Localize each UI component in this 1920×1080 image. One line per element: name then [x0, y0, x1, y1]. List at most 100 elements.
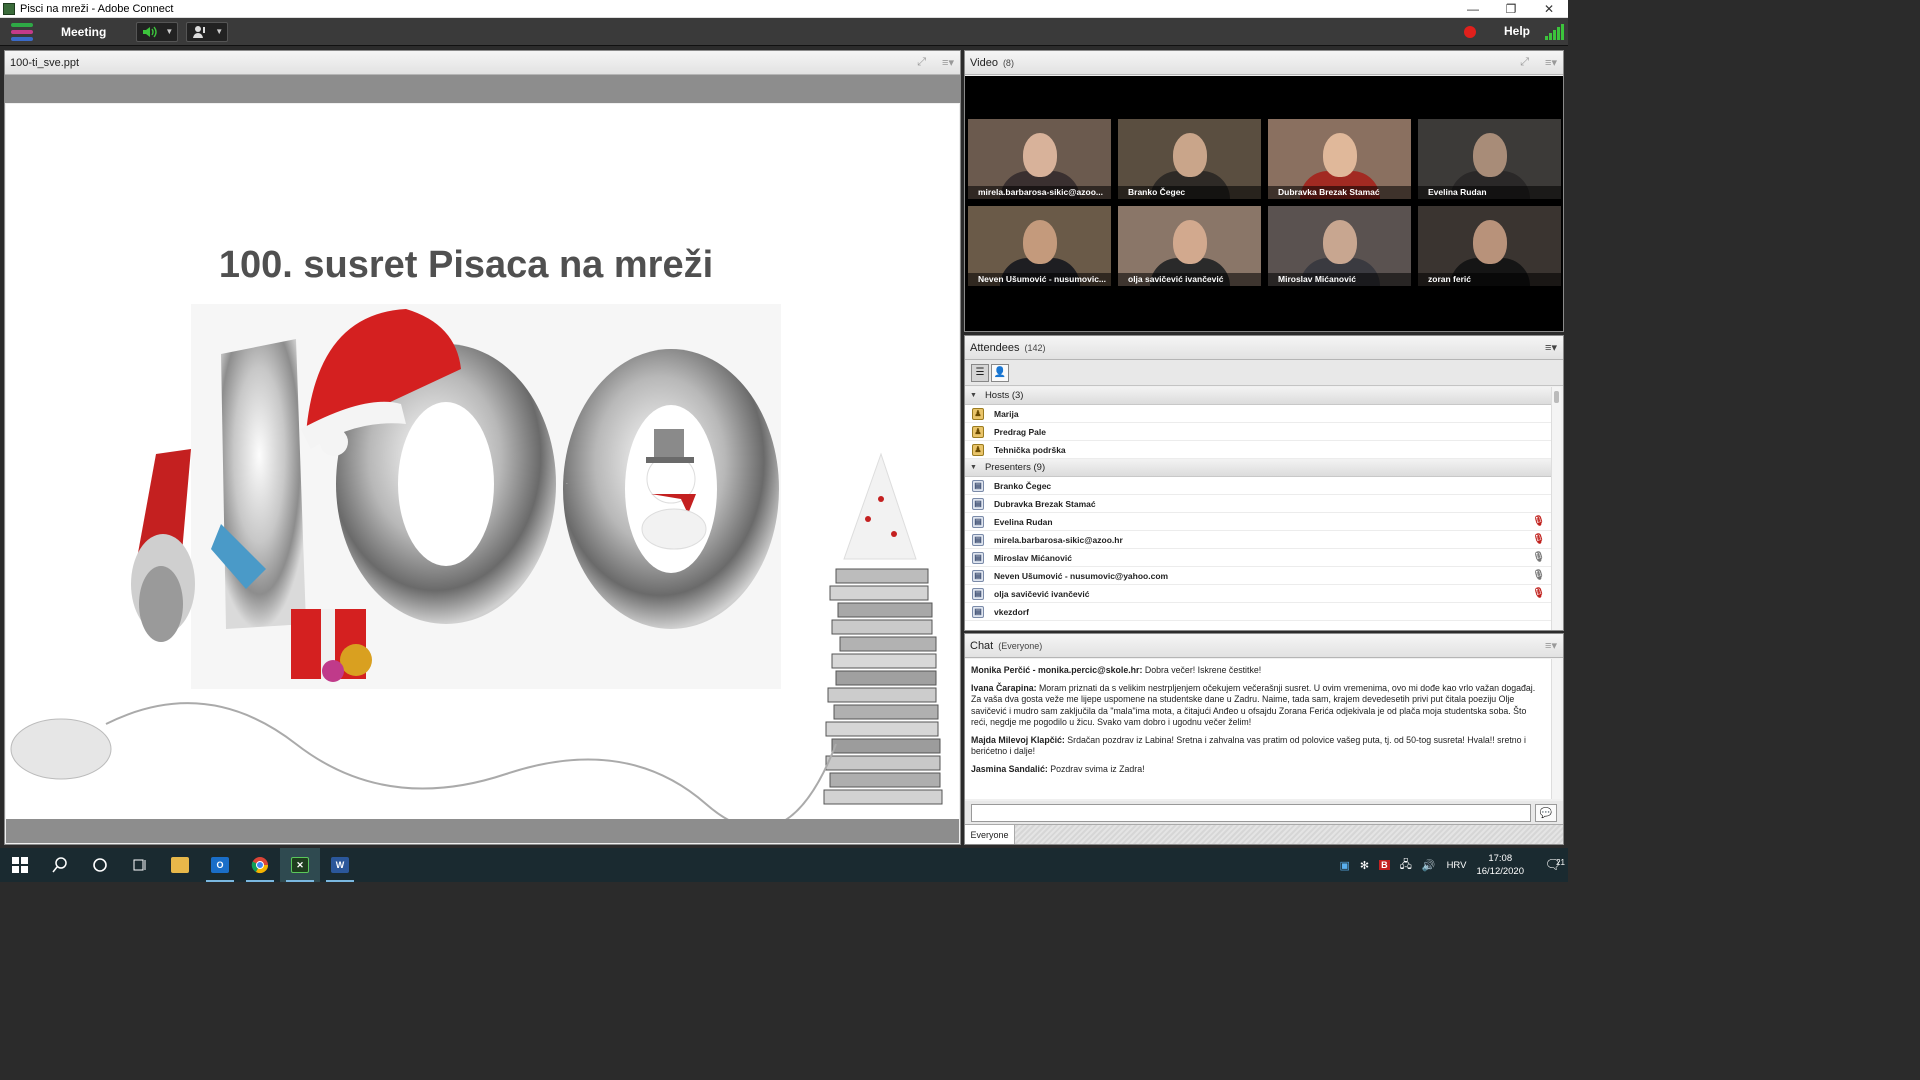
pod-options-icon[interactable]: ≡▾ — [1545, 56, 1557, 69]
network-icon[interactable]: 🖧 — [1400, 856, 1412, 875]
word-icon[interactable]: W — [320, 848, 360, 882]
video-tile[interactable]: Neven Ušumović - nusumovic... — [968, 206, 1111, 286]
host-role-icon: ♟ — [972, 443, 984, 456]
video-participant-name: Dubravka Brezak Stamać — [1268, 186, 1411, 199]
participant-face — [1322, 220, 1357, 264]
video-pod-title: Video — [970, 56, 998, 69]
meeting-menubar: Meeting ▼ ▼ Help — [0, 18, 1568, 46]
video-tile[interactable]: Branko Čegec — [1118, 119, 1261, 199]
adobe-connect-logo-icon[interactable] — [11, 22, 33, 41]
slide-illustration: 100 — [10, 304, 943, 820]
chat-scrollbar[interactable] — [1551, 659, 1561, 799]
microphone-muted-icon: 🎙 — [1532, 588, 1545, 599]
chat-pod-title: Chat — [970, 639, 994, 652]
chevron-down-icon[interactable]: ▼ — [215, 27, 223, 36]
video-pod-header: Video (8) ⤢ ≡▾ — [965, 51, 1563, 75]
settings-tray-icon[interactable]: ✻ — [1360, 859, 1369, 872]
attendee-row[interactable]: ▤ Miroslav Mićanović 🎙 — [965, 549, 1551, 567]
outlook-tray-icon[interactable]: ▣ — [1339, 859, 1349, 872]
attendees-pod-title: Attendees — [970, 341, 1020, 354]
minimize-button[interactable]: — — [1454, 0, 1492, 18]
video-tile[interactable]: Miroslav Mićanović — [1268, 206, 1411, 286]
attendee-row[interactable]: ♟ Marija — [965, 405, 1551, 423]
attendee-row[interactable]: ▤ Evelina Rudan 🎙 — [965, 513, 1551, 531]
speaker-button[interactable]: ▼ — [136, 21, 179, 42]
attendee-group-header[interactable]: ▼ Hosts (3) — [965, 387, 1551, 405]
christmas-tree-icon — [843, 452, 917, 560]
adobe-connect-taskbar-icon[interactable]: ✕ — [280, 848, 320, 882]
chat-pod-header: Chat (Everyone) ≡▾ — [965, 634, 1563, 658]
attendee-row[interactable]: ▤ Neven Ušumović - nusumovic@yahoo.com 🎙 — [965, 567, 1551, 585]
collapse-triangle-icon[interactable]: ▼ — [970, 464, 977, 471]
video-tile[interactable]: Dubravka Brezak Stamać — [1268, 119, 1411, 199]
search-icon[interactable] — [40, 848, 80, 882]
chat-message-text: Dobra večer! Iskrene čestitke! — [1142, 665, 1262, 675]
b-app-tray-icon[interactable]: B — [1379, 860, 1390, 870]
pod-options-icon[interactable]: ≡▾ — [1545, 341, 1557, 354]
start-button[interactable] — [0, 848, 40, 882]
attendee-row[interactable]: ▤ Dubravka Brezak Stamać — [965, 495, 1551, 513]
clock-date: 16/12/2020 — [1476, 866, 1524, 877]
send-message-icon[interactable]: 💬 — [1535, 804, 1557, 822]
attendee-row[interactable]: ▤ Branko Čegec — [965, 477, 1551, 495]
taskbar-clock[interactable]: 17:08 16/12/2020 — [1476, 852, 1524, 878]
chat-pod: Chat (Everyone) ≡▾ Monika Perčić - monik… — [964, 633, 1564, 845]
attendee-row[interactable]: ♟ Tehnička podrška — [965, 441, 1551, 459]
video-participant-name: olja savičević ivančević — [1118, 273, 1261, 286]
share-pod: 100-ti_sve.ppt ⤢ ≡▾ 100. susret Pisaca n… — [4, 50, 961, 845]
task-view-icon[interactable] — [120, 848, 160, 882]
close-button[interactable]: ✕ — [1530, 0, 1568, 18]
chat-message-input[interactable] — [971, 804, 1531, 822]
window-title: Pisci na mreži - Adobe Connect — [20, 2, 174, 15]
meeting-menu[interactable]: Meeting — [61, 25, 106, 39]
attendee-list-scrollbar[interactable] — [1551, 387, 1561, 630]
attendee-row[interactable]: ▤ mirela.barbarosa-sikic@azoo.hr 🎙 — [965, 531, 1551, 549]
host-role-icon: ♟ — [972, 425, 984, 438]
attendee-group-header[interactable]: ▼ Presenters (9) — [965, 459, 1551, 477]
chrome-icon[interactable] — [240, 848, 280, 882]
volume-icon[interactable]: 🔊 — [1422, 859, 1436, 872]
video-participant-name: Branko Čegec — [1118, 186, 1261, 199]
attendees-pod-header: Attendees (142) ≡▾ — [965, 336, 1563, 360]
video-tile[interactable]: zoran ferić — [1418, 206, 1561, 286]
computer-mouse-icon — [10, 718, 112, 780]
attendee-name: vkezdorf — [994, 606, 1029, 617]
attendee-row[interactable]: ♟ Predrag Pale — [965, 423, 1551, 441]
notification-center-icon[interactable]: 🗨 21 — [1538, 857, 1568, 873]
pod-options-icon[interactable]: ≡▾ — [1545, 639, 1557, 652]
keyboard-language[interactable]: HRV — [1447, 860, 1467, 871]
file-explorer-icon[interactable] — [160, 848, 200, 882]
attendee-row[interactable]: ▤ vkezdorf — [965, 603, 1551, 621]
video-tile[interactable]: olja savičević ivančević — [1118, 206, 1261, 286]
attendee-row[interactable]: ▤ olja savičević ivančević 🎙 — [965, 585, 1551, 603]
pod-options-icon[interactable]: ≡▾ — [942, 56, 954, 69]
microphone-muted-icon: 🎙 — [1532, 534, 1545, 545]
fullscreen-icon[interactable]: ⤢ — [1520, 56, 1529, 69]
list-view-icon[interactable]: ☰ — [971, 363, 989, 382]
hand-status-icon — [191, 25, 209, 39]
restore-button[interactable]: ❐ — [1492, 0, 1530, 18]
cortana-icon[interactable] — [80, 848, 120, 882]
chat-tab-everyone[interactable]: Everyone — [965, 825, 1015, 844]
help-menu[interactable]: Help — [1504, 24, 1530, 38]
participant-face — [1172, 133, 1207, 177]
notification-count: 21 — [1556, 858, 1565, 867]
outlook-icon[interactable]: O — [200, 848, 240, 882]
share-pod-header: 100-ti_sve.ppt ⤢ ≡▾ — [5, 51, 960, 75]
attendee-name: Miroslav Mićanović — [994, 552, 1072, 563]
video-tile[interactable]: mirela.barbarosa-sikic@azoo... — [968, 119, 1111, 199]
fullscreen-icon[interactable]: ⤢ — [917, 56, 926, 69]
chat-message-author: Monika Perčić - monika.percic@skole.hr: — [971, 665, 1143, 675]
participant-face — [1322, 133, 1357, 177]
status-view-icon[interactable]: 👤 — [991, 363, 1009, 382]
microphone-active-icon: 🎙 — [1532, 552, 1545, 563]
video-tile[interactable]: Evelina Rudan — [1418, 119, 1561, 199]
connection-signal-icon — [1545, 24, 1564, 40]
chat-message-author: Majda Milevoj Klapčić: — [971, 734, 1065, 745]
collapse-triangle-icon[interactable]: ▼ — [970, 392, 977, 399]
participant-face — [1022, 133, 1057, 177]
raise-hand-button[interactable]: ▼ — [186, 21, 229, 42]
chat-message: Majda Milevoj Klapčić: Srdačan pozdrav i… — [971, 735, 1545, 758]
chevron-down-icon[interactable]: ▼ — [165, 27, 173, 36]
share-toolbar — [5, 75, 960, 103]
